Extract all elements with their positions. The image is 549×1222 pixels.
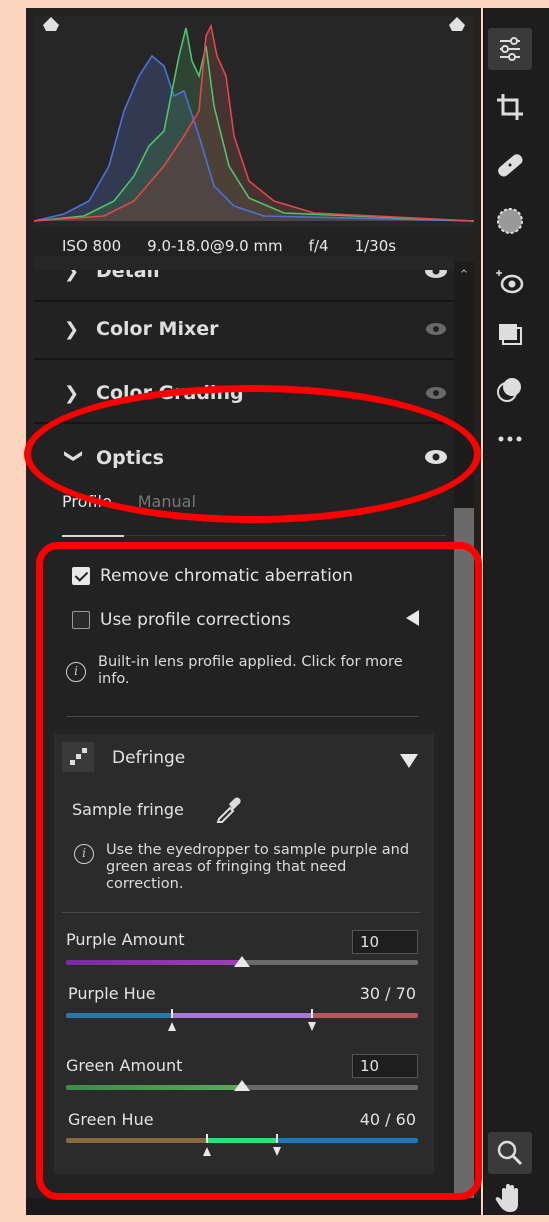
crop-icon — [497, 94, 523, 120]
optics-tabs: Profile Manual — [62, 492, 196, 511]
eye-icon[interactable] — [424, 448, 448, 466]
hand-icon — [495, 1184, 518, 1212]
lens-profile-info-text: Built-in lens profile applied. Click for… — [98, 654, 403, 687]
profile-corrections-row[interactable]: Use profile corrections — [72, 610, 291, 630]
defringe-panel: Defringe Sample fringe i Use the eyedrop… — [54, 734, 434, 1174]
crop-tool-button[interactable] — [488, 86, 532, 128]
section-title: Color Mixer — [96, 318, 219, 340]
info-icon: i — [66, 662, 86, 682]
purple-amount-label: Purple Amount — [66, 930, 185, 949]
defringe-info: i Use the eyedropper to sample purple an… — [74, 842, 414, 893]
zoom-icon — [497, 1140, 523, 1166]
scrollbar-thumb[interactable] — [454, 508, 474, 1198]
green-amount-label: Green Amount — [66, 1056, 183, 1075]
purple-hue-label: Purple Hue — [68, 984, 156, 1003]
healing-tool-button[interactable] — [488, 144, 532, 186]
presets-icon — [499, 324, 522, 345]
masking-icon — [497, 208, 523, 234]
green-amount-thumb[interactable] — [234, 1080, 250, 1091]
green-amount-input[interactable]: 10 — [352, 1054, 418, 1078]
masking-tool-button[interactable] — [488, 200, 532, 242]
section-color-grading[interactable]: ❯ Color Grading — [34, 364, 454, 424]
collapse-down-icon[interactable] — [400, 754, 418, 768]
zoom-tool-button[interactable] — [488, 1132, 532, 1174]
green-hue-low-marker — [205, 1134, 208, 1143]
chevron-right-icon: ❯ — [64, 318, 80, 340]
hand-tool-button[interactable] — [488, 1176, 532, 1218]
chevron-right-icon: ❯ — [64, 382, 80, 404]
section-title: Color Grading — [96, 382, 244, 404]
green-hue-low-handle[interactable] — [202, 1147, 211, 1156]
green-hue-value: 40 / 60 — [359, 1110, 416, 1129]
red-eye-tool-button[interactable] — [488, 260, 532, 302]
lens-profile-info[interactable]: i Built-in lens profile applied. Click f… — [66, 654, 406, 688]
purple-hue-high-marker — [311, 1009, 314, 1018]
defringe-title: Defringe — [112, 748, 186, 768]
scroll-up-icon[interactable]: ⌃ — [454, 268, 474, 283]
eyedropper-icon[interactable] — [214, 794, 242, 824]
tab-divider — [124, 535, 446, 536]
info-icon: i — [74, 844, 94, 864]
panel-footer — [26, 1198, 481, 1215]
purple-hue-high-handle[interactable] — [308, 1022, 317, 1031]
snapshots-button[interactable] — [488, 368, 532, 410]
profile-corrections-checkbox[interactable] — [72, 611, 90, 629]
tab-manual[interactable]: Manual — [138, 492, 196, 511]
red-eye-icon — [496, 270, 524, 294]
edit-panel: ISO 800 9.0-18.0@9.0 mm f/4 1/30s ❯ Deta… — [26, 8, 481, 1215]
shadow-clipping-icon[interactable] — [42, 16, 60, 32]
sample-fringe-label: Sample fringe — [72, 800, 184, 819]
histogram — [34, 16, 474, 226]
defringe-info-text: Use the eyedropper to sample purple and … — [106, 842, 410, 892]
divider — [62, 912, 420, 913]
green-hue-high-handle[interactable] — [273, 1147, 282, 1156]
more-button[interactable] — [488, 418, 532, 460]
highlight-clipping-icon[interactable] — [448, 16, 466, 32]
edit-tool-button[interactable] — [488, 28, 532, 70]
tab-profile[interactable]: Profile — [62, 492, 112, 511]
section-color-mixer[interactable]: ❯ Color Mixer — [34, 300, 454, 360]
eye-icon[interactable] — [424, 384, 448, 402]
chevron-down-icon: ❯ — [63, 448, 85, 464]
divider — [66, 716, 418, 717]
green-hue-label: Green Hue — [68, 1110, 154, 1129]
tab-active-indicator — [62, 535, 124, 537]
purple-hue-track[interactable] — [66, 1013, 418, 1018]
remove-ca-row[interactable]: Remove chromatic aberration — [72, 566, 353, 586]
section-detail[interactable]: ❯ Detail — [34, 242, 454, 302]
eye-icon[interactable] — [424, 320, 448, 338]
defringe-icon — [62, 742, 94, 772]
expand-left-icon[interactable] — [406, 610, 419, 626]
snapshots-icon — [497, 378, 521, 402]
purple-hue-value: 30 / 70 — [359, 984, 416, 1003]
purple-hue-low-handle[interactable] — [167, 1022, 176, 1031]
section-optics[interactable]: ❯ Optics — [34, 428, 454, 488]
purple-amount-input[interactable]: 10 — [352, 930, 418, 954]
green-hue-high-marker — [276, 1134, 279, 1143]
presets-button[interactable] — [488, 314, 532, 356]
sliders-icon — [500, 37, 520, 61]
purple-hue-low-marker — [170, 1009, 173, 1018]
healing-bandage-icon — [498, 154, 523, 177]
histogram-overlap — [34, 256, 454, 270]
purple-amount-thumb[interactable] — [234, 956, 250, 967]
profile-corrections-label: Use profile corrections — [100, 610, 291, 630]
section-title: Optics — [96, 447, 164, 469]
remove-ca-label: Remove chromatic aberration — [100, 566, 353, 586]
green-hue-track[interactable] — [66, 1138, 418, 1143]
remove-ca-checkbox[interactable] — [72, 567, 90, 585]
more-icon — [498, 436, 522, 442]
tool-strip — [483, 8, 549, 1215]
